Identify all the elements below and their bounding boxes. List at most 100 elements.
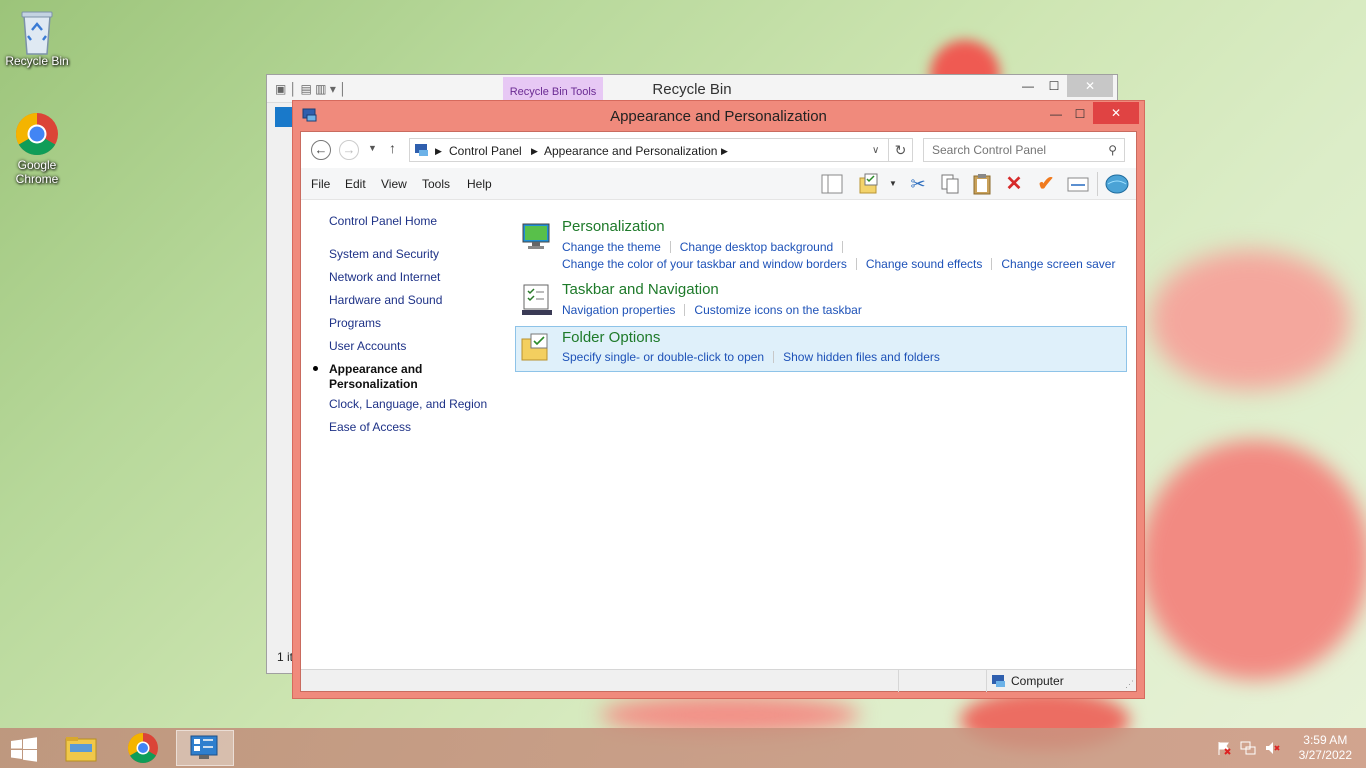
status-divider [986,670,987,692]
breadcrumb-separator-icon[interactable]: ▶ [721,146,728,157]
dropdown-chevron-icon[interactable]: ▼ [889,179,897,188]
folder-options-heading[interactable]: Folder Options [562,329,660,346]
link-change-theme[interactable]: Change the theme [562,240,661,254]
personalization-icon[interactable] [520,220,554,254]
menu-tools[interactable]: Tools [422,177,450,191]
chrome-icon [127,733,158,764]
taskbar-navigation-links: Navigation properties Customize icons on … [562,303,862,317]
taskbar-navigation-heading[interactable]: Taskbar and Navigation [562,281,719,298]
link-change-sound-effects[interactable]: Change sound effects [866,257,983,271]
back-button[interactable]: ← [311,140,331,160]
recycle-bin-status: 1 it [277,650,294,664]
personalization-heading[interactable]: Personalization [562,218,665,235]
globe-icon[interactable] [1105,173,1129,195]
link-single-double-click[interactable]: Specify single- or double-click to open [562,350,764,364]
link-change-desktop-background[interactable]: Change desktop background [680,240,833,254]
status-location: Computer [1011,674,1064,688]
window-titlebar[interactable]: Appearance and Personalization — ☐ ✕ [293,101,1144,131]
sidebar-item-network-internet[interactable]: Network and Internet [329,270,440,284]
taskbar-chrome[interactable] [114,730,172,766]
search-icon[interactable]: ⚲ [1108,143,1117,157]
chrome-icon [15,112,59,156]
breadcrumb-appearance[interactable]: Appearance and Personalization [544,144,717,158]
link-show-hidden-files[interactable]: Show hidden files and folders [783,350,940,364]
sidebar-item-hardware-sound[interactable]: Hardware and Sound [329,293,442,307]
desktop-icon-google-chrome[interactable]: Google Chrome [0,112,74,186]
address-dropdown-icon[interactable]: ∨ [872,145,879,156]
up-arrow-icon[interactable]: ↑ [389,140,396,156]
recycle-bin-titlebar[interactable]: ▣ │ ▤ ▥ ▾ │ Recycle Bin Tools Recycle Bi… [267,75,1117,103]
personalization-links-row1: Change the theme Change desktop backgroun… [562,240,852,254]
delete-icon[interactable]: ✕ [1003,173,1025,195]
recycle-bin-title: Recycle Bin [652,81,732,98]
search-input[interactable] [924,139,1094,161]
address-bar[interactable]: ▶ Control Panel ▶ Appearance and Persona… [409,138,889,162]
copy-icon[interactable] [939,173,961,195]
desktop-icon-label: Google Chrome [15,158,59,186]
refresh-button[interactable]: ↻ [889,138,913,162]
sidebar-item-user-accounts[interactable]: User Accounts [329,339,406,353]
taskbar-control-panel[interactable] [176,730,234,766]
sidebar-home[interactable]: Control Panel Home [329,214,437,228]
forward-button[interactable]: → [339,140,359,160]
sidebar-item-appearance: Appearance and Personalization [329,362,423,391]
folder-properties-icon[interactable] [858,173,880,195]
search-box[interactable]: ⚲ [923,138,1125,162]
control-panel-icon [190,735,218,759]
window-content: ← → ▼ ↑ ▶ Control Panel ▶ Appearance and… [300,131,1137,692]
file-explorer-icon [65,737,97,762]
desktop-icon-recycle-bin[interactable]: Recycle Bin [0,8,74,68]
network-icon[interactable] [1240,740,1256,756]
layout-pane-icon[interactable] [821,173,843,195]
clock-date: 3/27/2022 [1298,748,1352,762]
resize-grip-icon[interactable]: ⋰ [1125,679,1134,690]
sidebar-item-clock-language-region[interactable]: Clock, Language, and Region [329,397,487,411]
link-change-taskbar-color[interactable]: Change the color of your taskbar and win… [562,257,847,271]
folder-options-icon[interactable] [519,331,553,365]
toolbar-divider [1097,172,1098,196]
recent-locations-chevron-icon[interactable]: ▼ [368,143,377,153]
paste-icon[interactable] [971,173,993,195]
personalization-links-row2: Change the color of your taskbar and win… [562,257,1115,271]
breadcrumb-separator-icon[interactable]: ▶ [435,146,442,157]
breadcrumb-control-panel[interactable]: Control Panel [449,144,522,158]
status-bar: Computer ⋰ [301,669,1136,692]
start-button[interactable] [0,730,48,766]
category-folder-options: Folder Options Specify single- or double… [515,326,1127,372]
link-change-screen-saver[interactable]: Change screen saver [1001,257,1115,271]
menu-edit[interactable]: Edit [345,177,366,191]
menu-help[interactable]: Help [467,177,492,191]
taskbar-navigation-icon[interactable] [520,283,554,317]
menu-toolbar-row: File Edit View Tools Help ▼ ✂ ✕ ✔ [301,168,1136,200]
cut-icon[interactable]: ✂ [907,173,929,195]
wallpaper-petal [1140,440,1366,680]
menu-file[interactable]: File [311,177,330,191]
sidebar-item-appearance-wrapper: Appearance and Personalization [313,362,449,392]
folder-options-links: Specify single- or double-click to open S… [562,350,940,364]
menu-view[interactable]: View [381,177,407,191]
sidebar-item-ease-of-access[interactable]: Ease of Access [329,420,411,434]
wallpaper-petal [1150,250,1350,390]
properties-icon[interactable] [1067,173,1089,195]
sidebar-item-system-security[interactable]: System and Security [329,247,439,261]
category-personalization: Personalization Change the theme Change d… [517,218,1127,271]
sidebar-item-programs[interactable]: Programs [329,316,381,330]
volume-muted-icon[interactable] [1264,740,1280,756]
link-navigation-properties[interactable]: Navigation properties [562,303,675,317]
close-button[interactable]: ✕ [1067,75,1113,97]
close-button[interactable]: ✕ [1093,102,1139,124]
taskbar: 3:59 AM 3/27/2022 [0,728,1366,768]
clock-time: 3:59 AM [1303,733,1348,747]
location-icon [414,143,430,160]
control-panel-window[interactable]: Appearance and Personalization — ☐ ✕ ← →… [292,100,1145,699]
action-center-flag-icon[interactable] [1216,740,1232,756]
ribbon-tab-highlight [275,107,293,127]
link-customize-taskbar-icons[interactable]: Customize icons on the taskbar [694,303,861,317]
computer-icon [991,674,1007,691]
breadcrumb-separator-icon[interactable]: ▶ [531,146,538,157]
checkmark-icon[interactable]: ✔ [1035,173,1057,195]
taskbar-file-explorer[interactable] [52,730,110,766]
taskbar-clock[interactable]: 3:59 AM 3/27/2022 [1299,733,1352,763]
recycle-bin-icon [15,8,59,55]
window-title: Appearance and Personalization [610,108,827,125]
